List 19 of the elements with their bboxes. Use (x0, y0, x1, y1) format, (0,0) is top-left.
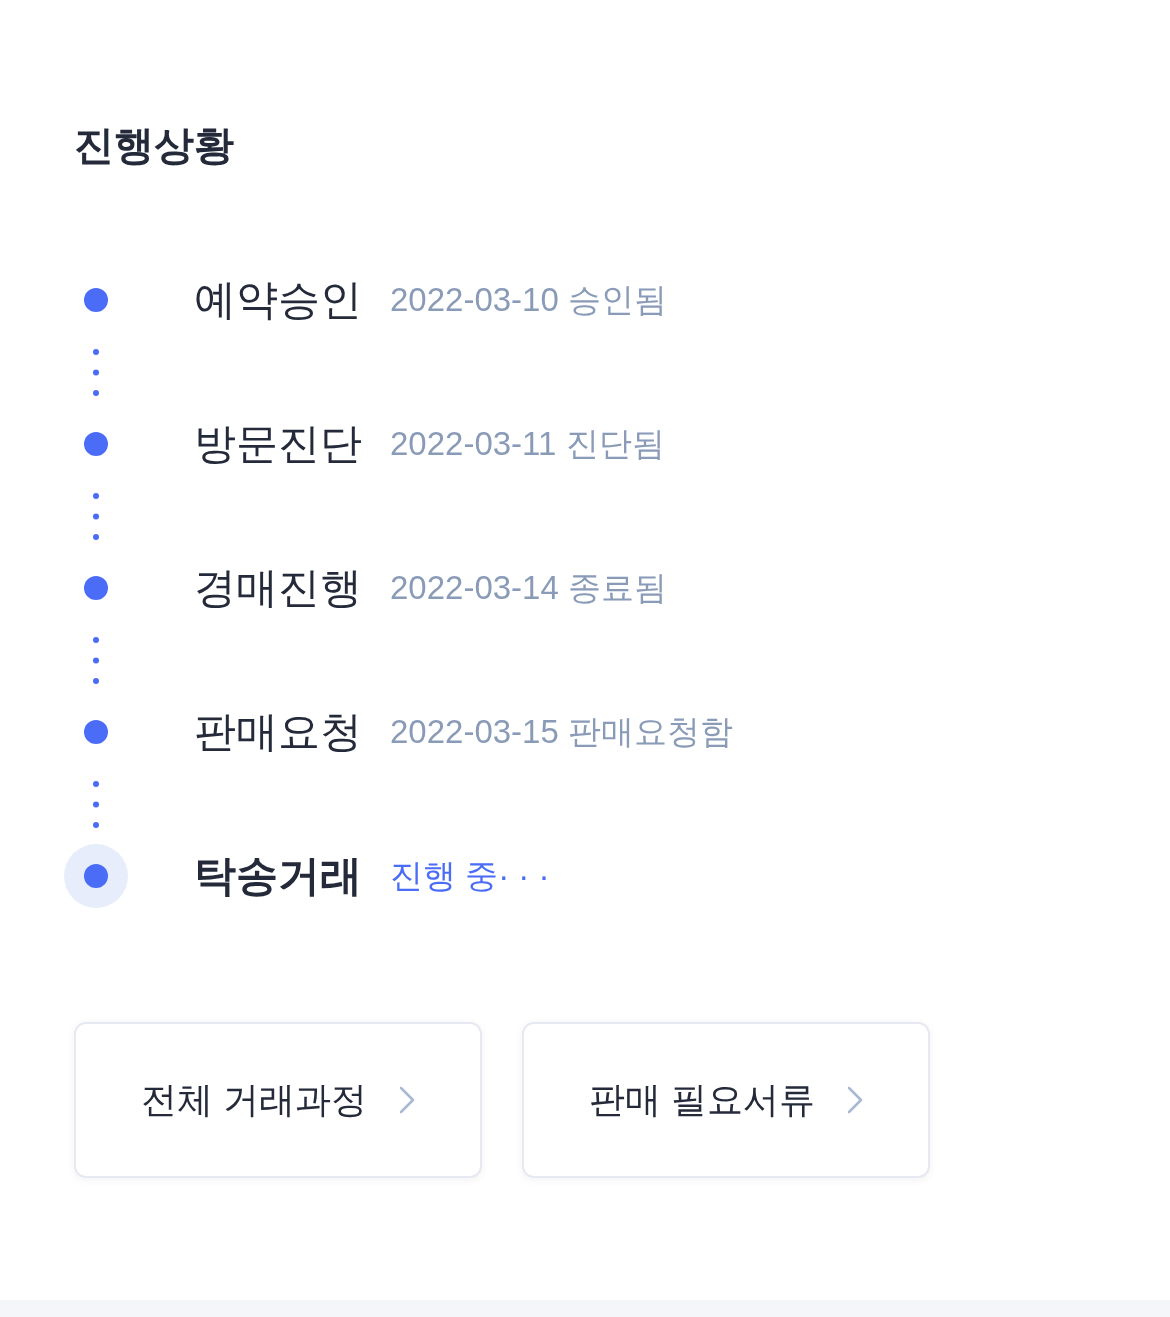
step-label: 방문진단 (194, 419, 362, 469)
nav-button[interactable]: 판매 필요서류 (522, 1022, 930, 1178)
step-label: 경매진행 (194, 563, 362, 613)
dotted-connector (93, 493, 99, 540)
dotted-connector (93, 349, 99, 396)
chevron-right-icon (847, 1086, 863, 1114)
dotted-connector (93, 781, 99, 828)
dotted-connector (93, 637, 99, 684)
step-date: 2022-03-10 승인됨 (390, 280, 667, 320)
section-title: 진행상황 (74, 122, 234, 169)
step-label: 예약승인 (194, 275, 362, 325)
step-label: 판매요청 (194, 707, 362, 757)
step-status: 진행 중· · · (390, 856, 550, 896)
nav-button[interactable]: 전체 거래과정 (74, 1022, 482, 1178)
step-label: 탁송거래 (194, 851, 362, 901)
step-date: 2022-03-11 진단됨 (390, 424, 665, 464)
step-date: 2022-03-15 판매요청함 (390, 712, 733, 752)
step-date: 2022-03-14 종료됨 (390, 568, 667, 608)
chevron-right-icon (399, 1086, 415, 1114)
